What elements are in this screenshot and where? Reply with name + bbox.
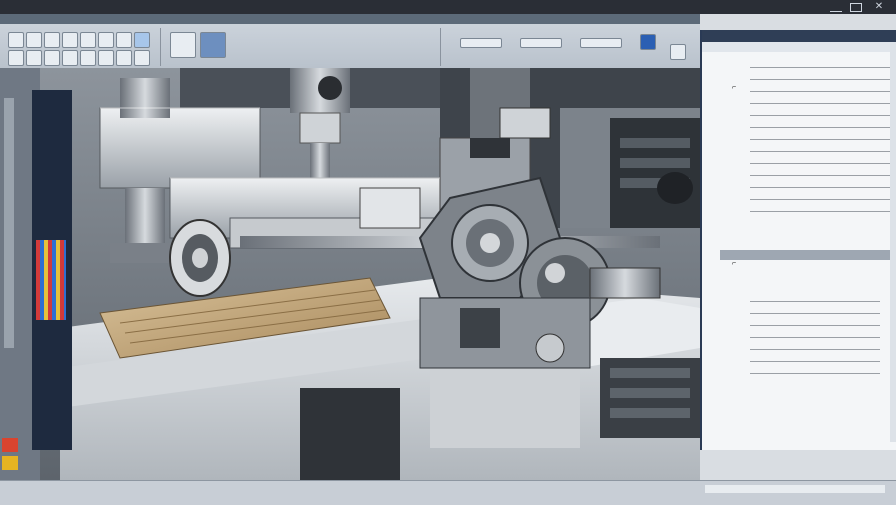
tool-button[interactable] [200, 32, 226, 58]
tool-button[interactable] [460, 38, 502, 48]
panel-swatch[interactable] [2, 438, 18, 452]
panel-toolbar [702, 42, 896, 52]
expand-icon[interactable]: ⌐ [732, 84, 736, 91]
tool-button[interactable] [134, 32, 150, 48]
tool-button[interactable] [8, 50, 24, 66]
section-divider [720, 250, 890, 260]
window-title-bar: ✕ [0, 0, 896, 14]
tool-button[interactable] [640, 34, 656, 50]
panel-scrollbar[interactable] [890, 42, 896, 442]
panel-swatch[interactable] [4, 98, 14, 348]
property-lines [750, 58, 890, 218]
properties-panel: ⌐ ⌐ [700, 30, 896, 450]
tool-button[interactable] [520, 38, 562, 48]
tool-button[interactable] [98, 32, 114, 48]
tool-button[interactable] [670, 44, 686, 60]
tool-button[interactable] [170, 32, 196, 58]
tool-button[interactable] [26, 32, 42, 48]
close-icon[interactable]: ✕ [872, 1, 886, 13]
3d-viewport[interactable] [0, 68, 700, 480]
navigation-strip [32, 90, 72, 450]
tool-button[interactable] [116, 32, 132, 48]
minimize-icon[interactable] [830, 3, 842, 12]
collapse-icon[interactable]: ⌐ [732, 260, 736, 267]
tool-button[interactable] [44, 32, 60, 48]
nav-legend[interactable] [36, 240, 66, 320]
tool-button[interactable] [62, 32, 78, 48]
status-bar [0, 480, 896, 505]
machine-model[interactable] [0, 68, 700, 480]
tool-button[interactable] [134, 50, 150, 66]
maximize-icon[interactable] [850, 3, 862, 12]
tool-button[interactable] [98, 50, 114, 66]
tool-button[interactable] [62, 50, 78, 66]
status-indicator [705, 485, 885, 493]
tool-button[interactable] [8, 32, 24, 48]
tool-button[interactable] [116, 50, 132, 66]
tool-button[interactable] [580, 38, 622, 48]
tool-button[interactable] [80, 32, 96, 48]
tool-button[interactable] [26, 50, 42, 66]
ribbon-tab-band [0, 14, 700, 24]
ribbon-toolbar [0, 14, 700, 69]
ribbon-divider [440, 28, 441, 66]
ribbon-divider [160, 28, 161, 66]
properties-header [702, 30, 896, 42]
tool-button[interactable] [44, 50, 60, 66]
panel-swatch[interactable] [2, 456, 18, 470]
property-lines [750, 292, 880, 376]
tool-button[interactable] [80, 50, 96, 66]
